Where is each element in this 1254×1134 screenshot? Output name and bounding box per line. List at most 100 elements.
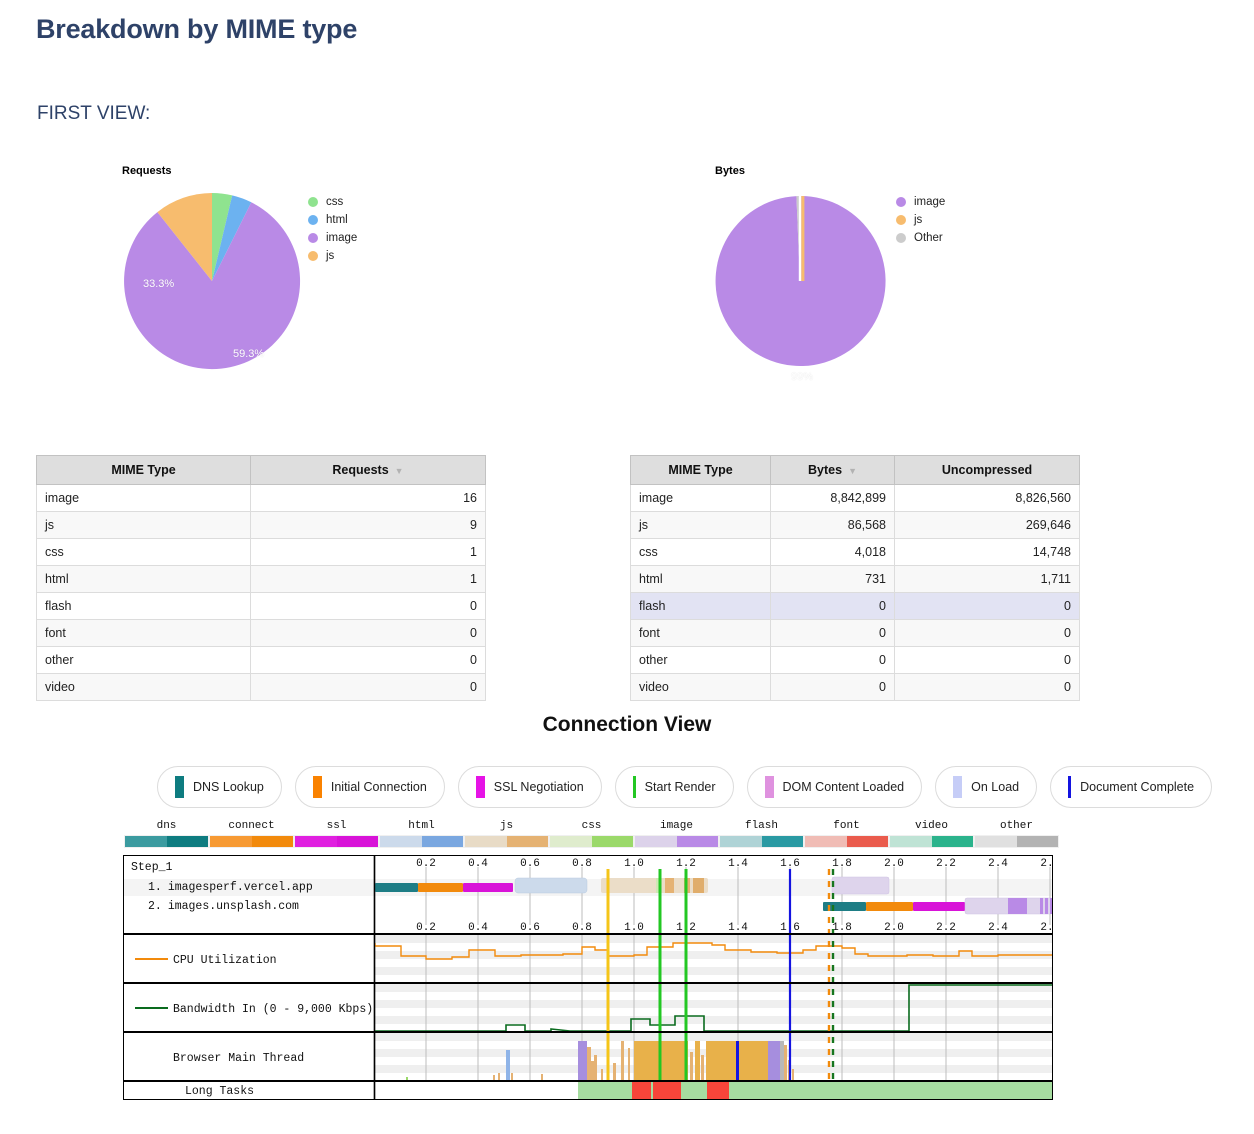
cell-mime: flash	[631, 593, 771, 620]
requests-table: MIME Type Requests▼ image16 js9 css1 htm…	[36, 455, 486, 701]
connection-view-title: Connection View	[0, 713, 1254, 737]
tick-label: 0.8	[572, 922, 592, 934]
legend-swatch-css	[308, 197, 318, 207]
cell-requests: 16	[251, 485, 486, 512]
column-label: Uncompressed	[942, 463, 1032, 477]
table-row[interactable]: video0	[37, 674, 486, 701]
legend-item[interactable]: js	[308, 247, 357, 265]
column-label: MIME Type	[111, 463, 175, 477]
cell-bytes: 731	[771, 566, 895, 593]
ssl-segment	[463, 883, 513, 892]
table-row[interactable]: js86,568269,646	[631, 512, 1080, 539]
tick-label: 0.6	[520, 858, 540, 870]
legend-item[interactable]: Other	[896, 229, 945, 247]
legend-item[interactable]: js	[896, 211, 945, 229]
legend-chip-ssl-negotiation[interactable]: SSL Negotiation	[458, 766, 602, 808]
cell-requests: 1	[251, 566, 486, 593]
request-row-1-label[interactable]: 1.imagesperf.vercel.app	[148, 881, 313, 894]
js-download-bar	[693, 878, 704, 893]
initial-connection-swatch	[313, 776, 322, 798]
cpu-utilization-label: CPU Utilization	[173, 954, 277, 967]
column-header-mime-type[interactable]: MIME Type	[37, 456, 251, 485]
legend-swatch-js	[308, 251, 318, 261]
request-host: imagesperf.vercel.app	[168, 881, 313, 894]
legend-chip-start-render[interactable]: Start Render	[615, 766, 734, 808]
table-row[interactable]: css1	[37, 539, 486, 566]
tick-label: 2.2	[936, 858, 956, 870]
cell-mime: js	[37, 512, 251, 539]
mime-key-js: js	[464, 820, 549, 848]
waterfall-chart[interactable]: 0.2 0.4 0.6 0.8 1.0 1.2 1.4 1.6 1.8 2.0 …	[123, 855, 1053, 1100]
table-row[interactable]: js9	[37, 512, 486, 539]
mime-key-label: video	[889, 820, 974, 832]
mime-key-swatch	[294, 835, 379, 848]
cell-uncompressed: 8,826,560	[895, 485, 1080, 512]
mime-key-font: font	[804, 820, 889, 848]
legend-swatch-image	[308, 233, 318, 243]
table-header-row: MIME Type Bytes▼ Uncompressed	[631, 456, 1080, 485]
table-row[interactable]: other0	[37, 647, 486, 674]
mime-key-label: html	[379, 820, 464, 832]
table-row[interactable]: image8,842,8998,826,560	[631, 485, 1080, 512]
legend-item[interactable]: image	[308, 229, 357, 247]
legend-item[interactable]: image	[896, 193, 945, 211]
cell-bytes: 0	[771, 620, 895, 647]
column-header-requests[interactable]: Requests▼	[251, 456, 486, 485]
mime-key-label: dns	[124, 820, 209, 832]
chip-label: DNS Lookup	[193, 780, 264, 794]
table-row[interactable]: other00	[631, 647, 1080, 674]
column-header-uncompressed[interactable]: Uncompressed	[895, 456, 1080, 485]
chip-label: Start Render	[645, 780, 716, 794]
mime-key-html: html	[379, 820, 464, 848]
legend-item[interactable]: html	[308, 211, 357, 229]
table-row[interactable]: css4,01814,748	[631, 539, 1080, 566]
sort-descending-icon: ▼	[395, 466, 404, 476]
mime-key-label: ssl	[294, 820, 379, 832]
sort-descending-icon: ▼	[848, 466, 857, 476]
request-row-2-label[interactable]: 2.images.unsplash.com	[148, 900, 299, 913]
cell-bytes: 86,568	[771, 512, 895, 539]
bytes-pie-chart: Bytes 99% image js Other	[715, 165, 895, 376]
table-row[interactable]: video00	[631, 674, 1080, 701]
tick-label: 0.8	[572, 858, 592, 870]
bytes-pie-legend: image js Other	[896, 193, 945, 247]
mime-key-swatch	[379, 835, 464, 848]
cell-bytes: 0	[771, 593, 895, 620]
long-task-block	[707, 1082, 729, 1099]
column-header-mime-type[interactable]: MIME Type	[631, 456, 771, 485]
connection-view-legend: DNS Lookup Initial Connection SSL Negoti…	[157, 766, 1212, 808]
legend-chip-dns-lookup[interactable]: DNS Lookup	[157, 766, 282, 808]
legend-label: css	[326, 196, 343, 208]
table-row[interactable]: image16	[37, 485, 486, 512]
table-row[interactable]: html7311,711	[631, 566, 1080, 593]
mime-key-label: other	[974, 820, 1059, 832]
first-view-label: FIRST VIEW:	[37, 103, 150, 125]
mime-key-css: css	[549, 820, 634, 848]
column-header-bytes[interactable]: Bytes▼	[771, 456, 895, 485]
legend-chip-initial-connection[interactable]: Initial Connection	[295, 766, 445, 808]
ssl-segment	[913, 902, 965, 911]
legend-chip-document-complete[interactable]: Document Complete	[1050, 766, 1212, 808]
cell-bytes: 4,018	[771, 539, 895, 566]
legend-chip-on-load[interactable]: On Load	[935, 766, 1037, 808]
step-label: Step_1	[131, 861, 173, 874]
column-label: MIME Type	[668, 463, 732, 477]
on-load-swatch	[953, 776, 962, 798]
js-download-bar	[601, 878, 708, 893]
table-row-highlighted[interactable]: flash00	[631, 593, 1080, 620]
table-row[interactable]: font0	[37, 620, 486, 647]
table-row[interactable]: font00	[631, 620, 1080, 647]
tick-label: 1.0	[624, 922, 644, 934]
legend-label: js	[914, 214, 922, 226]
requests-pie-label-image: 59.3%	[233, 348, 264, 360]
mime-key-connect: connect	[209, 820, 294, 848]
cell-uncompressed: 1,711	[895, 566, 1080, 593]
table-row[interactable]: flash0	[37, 593, 486, 620]
legend-item[interactable]: css	[308, 193, 357, 211]
table-row[interactable]: html1	[37, 566, 486, 593]
legend-label: js	[326, 250, 334, 262]
image-download-bar	[1040, 898, 1043, 914]
legend-chip-dom-content-loaded[interactable]: DOM Content Loaded	[747, 766, 923, 808]
connect-segment	[866, 902, 913, 911]
cell-mime: video	[631, 674, 771, 701]
